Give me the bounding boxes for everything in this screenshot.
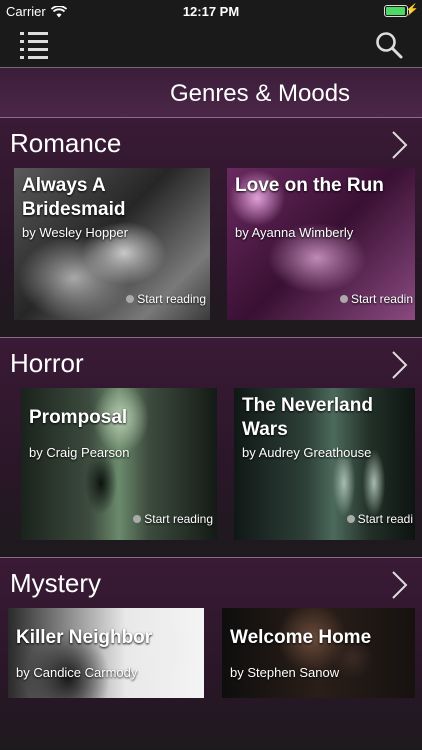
menu-list-icon[interactable]	[20, 32, 48, 59]
chevron-right-icon[interactable]	[390, 570, 408, 600]
start-reading-button[interactable]: Start readin	[339, 292, 413, 306]
dot-icon	[133, 515, 142, 523]
book-title: The Neverland Wars	[242, 395, 373, 440]
title-band: Genres & Moods	[0, 68, 422, 118]
book-author: by Wesley Hopper	[22, 225, 128, 240]
dot-icon	[346, 515, 355, 523]
start-reading-label: Start readin	[350, 292, 413, 306]
section-title[interactable]: Horror	[10, 348, 84, 379]
section-romance: Romance Always A Bridesmaid by Wesley Ho…	[0, 118, 422, 338]
section-horror: Horror Promposal by Craig Pearson Start …	[0, 338, 422, 558]
book-card[interactable]: The Neverland Wars by Audrey Greathouse …	[234, 388, 415, 540]
start-reading-label: Start readi	[357, 512, 413, 526]
start-reading-button[interactable]: Start reading	[126, 292, 206, 306]
book-card[interactable]: Promposal by Craig Pearson Start reading	[21, 388, 217, 540]
chevron-right-icon[interactable]	[390, 350, 408, 380]
book-card[interactable]: Love on the Run by Ayanna Wimberly Start…	[227, 168, 415, 320]
book-title: Always A Bridesmaid	[22, 175, 126, 220]
charging-icon: ⚡	[405, 4, 419, 16]
book-card[interactable]: Killer Neighbor by Candice Carmody	[8, 608, 204, 698]
book-author: by Audrey Greathouse	[242, 445, 372, 460]
book-title: Promposal	[29, 407, 128, 428]
start-reading-label: Start reading	[137, 292, 206, 306]
search-icon[interactable]	[374, 30, 404, 60]
book-title: Killer Neighbor	[16, 627, 153, 648]
start-reading-button[interactable]: Start reading	[133, 512, 213, 526]
book-author: by Candice Carmody	[16, 665, 138, 680]
status-bar: Carrier 12:17 PM ⚡	[0, 0, 422, 22]
dot-icon	[339, 295, 348, 303]
dot-icon	[126, 295, 135, 303]
book-title: Welcome Home	[230, 627, 372, 648]
book-author: by Craig Pearson	[29, 445, 130, 460]
book-card[interactable]: Always A Bridesmaid by Wesley Hopper Sta…	[14, 168, 210, 320]
book-author: by Stephen Sanow	[230, 665, 340, 680]
start-reading-label: Start reading	[144, 512, 213, 526]
section-title[interactable]: Mystery	[10, 568, 101, 599]
book-author: by Ayanna Wimberly	[235, 225, 354, 240]
book-card[interactable]: Welcome Home by Stephen Sanow	[222, 608, 415, 698]
nav-bar	[0, 22, 422, 68]
book-title: Love on the Run	[235, 175, 384, 196]
chevron-right-icon[interactable]	[390, 130, 408, 160]
section-title[interactable]: Romance	[10, 128, 121, 159]
clock: 12:17 PM	[182, 4, 240, 19]
section-mystery: Mystery Killer Neighbor by Candice Carmo…	[0, 558, 422, 750]
page-title: Genres & Moods	[169, 80, 351, 107]
start-reading-button[interactable]: Start readi	[346, 512, 413, 526]
